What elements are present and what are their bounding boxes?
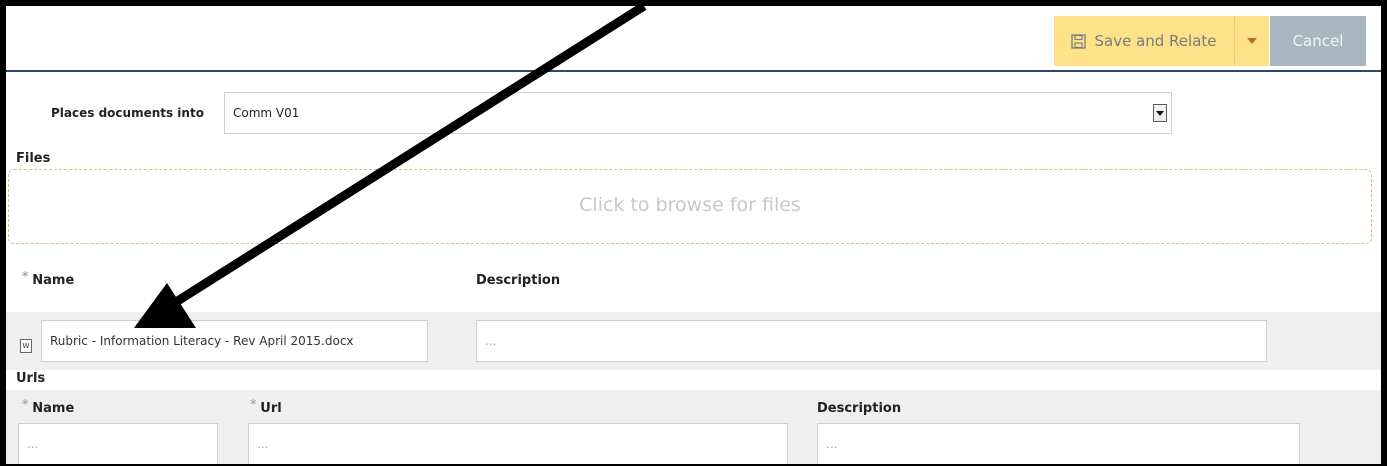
required-marker: *: [250, 397, 257, 411]
required-marker: *: [22, 397, 29, 411]
places-documents-label: Places documents into: [51, 106, 204, 120]
file-row: W Rubric - Information Literacy - Rev Ap…: [6, 312, 1381, 370]
urls-name-column-label: * Name: [22, 397, 75, 416]
urls-area: * Name * Url Description ... ... ...: [6, 390, 1381, 464]
file-description-placeholder: ...: [485, 334, 497, 348]
file-dropzone[interactable]: Click to browse for files: [8, 169, 1372, 244]
save-and-relate-button[interactable]: Save and Relate: [1054, 16, 1234, 66]
url-description-input[interactable]: ...: [817, 423, 1300, 464]
url-placeholder: ...: [257, 437, 269, 451]
save-icon: [1071, 33, 1087, 49]
url-description-placeholder: ...: [826, 437, 838, 451]
places-documents-select[interactable]: Comm V01: [224, 92, 1172, 134]
cancel-label: Cancel: [1292, 32, 1344, 50]
files-name-label-text: Name: [32, 273, 75, 288]
word-document-icon: W: [20, 339, 32, 353]
files-name-column-label: * Name: [22, 269, 75, 288]
chevron-down-icon: [1156, 110, 1164, 116]
file-description-input[interactable]: ...: [476, 320, 1267, 362]
file-name-value: Rubric - Information Literacy - Rev Apri…: [50, 334, 354, 348]
files-heading: Files: [16, 151, 51, 166]
url-name-input[interactable]: ...: [18, 423, 218, 464]
places-documents-value: Comm V01: [233, 106, 300, 120]
urls-name-label-text: Name: [32, 401, 75, 416]
urls-url-column-label: * Url: [250, 397, 282, 416]
file-name-input[interactable]: Rubric - Information Literacy - Rev Apri…: [41, 320, 428, 362]
urls-url-label-text: Url: [260, 401, 282, 416]
urls-description-column-label: Description: [817, 401, 902, 416]
select-arrow-button[interactable]: [1153, 104, 1167, 122]
dropzone-text: Click to browse for files: [579, 194, 801, 216]
save-options-dropdown-button[interactable]: [1234, 16, 1269, 66]
form-frame: Save and Relate Cancel Places documents …: [0, 0, 1387, 466]
toolbar: Save and Relate Cancel: [6, 6, 1381, 72]
chevron-down-icon: [1247, 38, 1257, 44]
url-input[interactable]: ...: [248, 423, 788, 464]
required-marker: *: [22, 269, 29, 283]
files-description-column-label: Description: [476, 273, 561, 288]
cancel-button[interactable]: Cancel: [1270, 16, 1366, 66]
urls-heading: Urls: [16, 371, 46, 386]
save-and-relate-label: Save and Relate: [1094, 32, 1217, 50]
url-name-placeholder: ...: [27, 437, 39, 451]
